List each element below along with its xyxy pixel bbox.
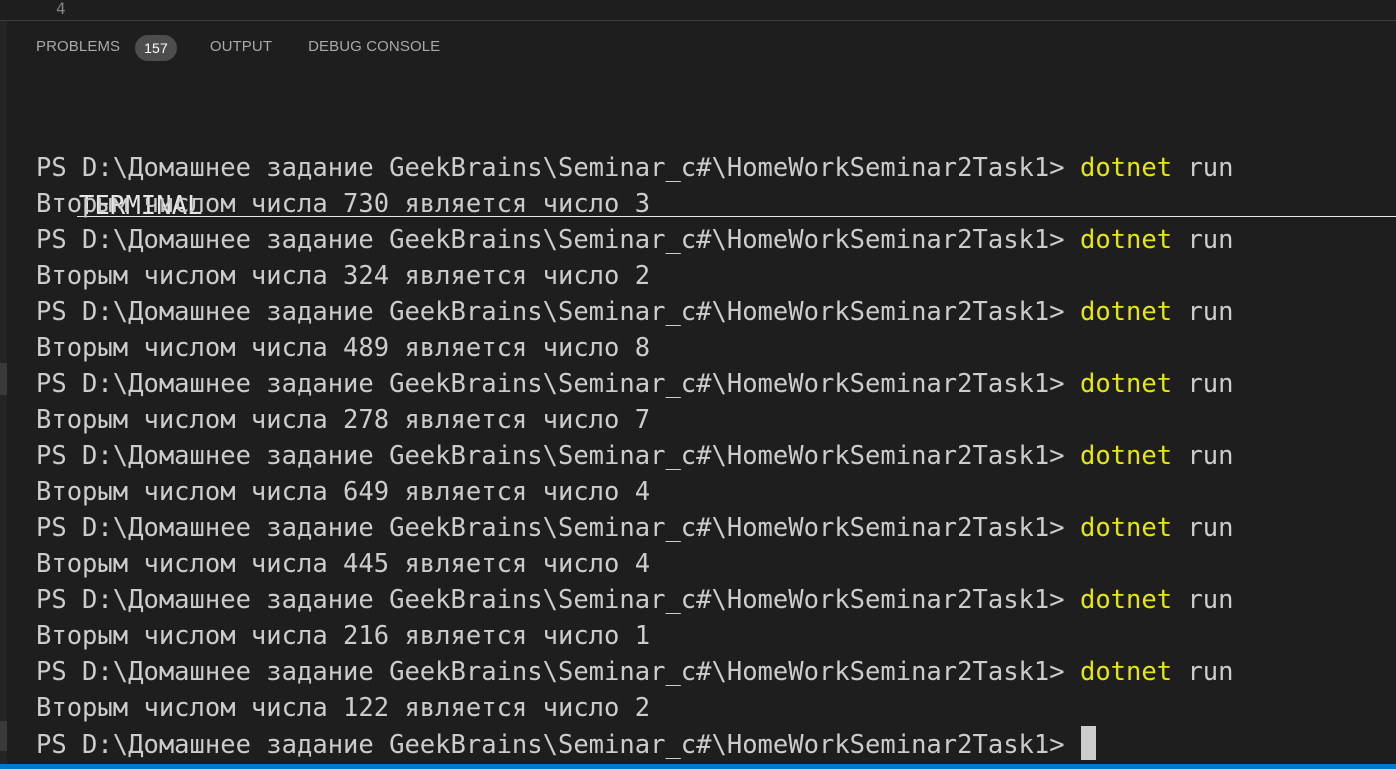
- terminal-command-argument: run: [1172, 441, 1234, 471]
- status-bar: [0, 764, 1396, 769]
- terminal-command-line: PS D:\Домашнее задание GeekBrains\Semina…: [36, 366, 1376, 402]
- terminal-command-line: PS D:\Домашнее задание GeekBrains\Semina…: [36, 222, 1376, 258]
- terminal-command: dotnet: [1079, 585, 1173, 615]
- terminal-output-line: Вторым числом числа 324 является число 2: [36, 261, 651, 291]
- terminal-command: dotnet: [1079, 153, 1173, 183]
- terminal-prompt: PS D:\Домашнее задание GeekBrains\Semina…: [36, 513, 1080, 543]
- terminal-prompt: PS D:\Домашнее задание GeekBrains\Semina…: [36, 585, 1080, 615]
- terminal-output-line: Вторым числом числа 216 является число 1: [36, 621, 651, 651]
- gutter-marker: [0, 363, 7, 395]
- terminal-command-argument: run: [1172, 153, 1234, 183]
- tab-debug-console-label: DEBUG CONSOLE: [308, 38, 441, 55]
- line-number: 4: [56, 0, 66, 18]
- terminal-command-line: PS D:\Домашнее задание GeekBrains\Semina…: [36, 582, 1376, 618]
- terminal-prompt: PS D:\Домашнее задание GeekBrains\Semina…: [36, 225, 1080, 255]
- problems-count-badge: 157: [135, 35, 177, 61]
- terminal-command: dotnet: [1079, 297, 1173, 327]
- terminal-output-line: Вторым числом числа 122 является число 2: [36, 693, 651, 723]
- tab-output-label: OUTPUT: [209, 38, 273, 55]
- terminal-output-line: Вторым числом числа 730 является число 3: [36, 189, 651, 219]
- terminal-command-argument: run: [1172, 225, 1234, 255]
- terminal-command-line: PS D:\Домашнее задание GeekBrains\Semina…: [36, 654, 1376, 690]
- terminal-command-argument: run: [1172, 657, 1234, 687]
- terminal-command: dotnet: [1079, 369, 1173, 399]
- tab-output[interactable]: OUTPUT: [210, 38, 272, 68]
- terminal-command-argument: run: [1172, 297, 1234, 327]
- terminal-prompt: PS D:\Домашнее задание GeekBrains\Semina…: [36, 730, 1080, 760]
- tab-problems[interactable]: PROBLEMS 157: [36, 35, 177, 68]
- terminal-command-argument: run: [1172, 585, 1234, 615]
- terminal-command-line: PS D:\Домашнее задание GeekBrains\Semina…: [36, 510, 1376, 546]
- terminal-command-line: PS D:\Домашнее задание GeekBrains\Semina…: [36, 438, 1376, 474]
- terminal-prompt: PS D:\Домашнее задание GeekBrains\Semina…: [36, 441, 1080, 471]
- terminal-output-line: Вторым числом числа 649 является число 4: [36, 477, 651, 507]
- terminal-output-line: Вторым числом числа 278 является число 7: [36, 405, 651, 435]
- terminal-command-line: PS D:\Домашнее задание GeekBrains\Semina…: [36, 150, 1376, 186]
- left-gutter: [0, 21, 7, 769]
- terminal-command-argument: run: [1172, 513, 1234, 543]
- terminal-cursor[interactable]: [1080, 726, 1096, 760]
- terminal-command: dotnet: [1079, 513, 1173, 543]
- terminal-output[interactable]: PS D:\Домашнее задание GeekBrains\Semina…: [36, 150, 1376, 762]
- terminal-command-line: PS D:\Домашнее задание GeekBrains\Semina…: [36, 294, 1376, 330]
- terminal-command-argument: run: [1172, 369, 1234, 399]
- terminal-prompt: PS D:\Домашнее задание GeekBrains\Semina…: [36, 369, 1080, 399]
- terminal-command: dotnet: [1079, 225, 1173, 255]
- tab-debug-console[interactable]: DEBUG CONSOLE: [308, 38, 440, 68]
- vscode-window: 4 PROBLEMS 157 OUTPUT DEBUG CONSOLE TERM…: [0, 0, 1396, 769]
- editor-area[interactable]: 4: [0, 0, 1396, 20]
- terminal-output-line: Вторым числом числа 489 является число 8: [36, 333, 651, 363]
- terminal-prompt: PS D:\Домашнее задание GeekBrains\Semina…: [36, 657, 1080, 687]
- panel-tab-bar: PROBLEMS 157 OUTPUT DEBUG CONSOLE TERMIN…: [7, 21, 1396, 221]
- terminal-active-prompt-line: PS D:\Домашнее задание GeekBrains\Semina…: [36, 726, 1376, 762]
- terminal-command: dotnet: [1079, 657, 1173, 687]
- terminal-prompt: PS D:\Домашнее задание GeekBrains\Semina…: [36, 153, 1080, 183]
- tab-problems-label: PROBLEMS: [36, 38, 121, 55]
- terminal-prompt: PS D:\Домашнее задание GeekBrains\Semina…: [36, 297, 1080, 327]
- terminal-output-line: Вторым числом числа 445 является число 4: [36, 549, 651, 579]
- gutter-marker: [0, 721, 7, 751]
- terminal-command: dotnet: [1079, 441, 1173, 471]
